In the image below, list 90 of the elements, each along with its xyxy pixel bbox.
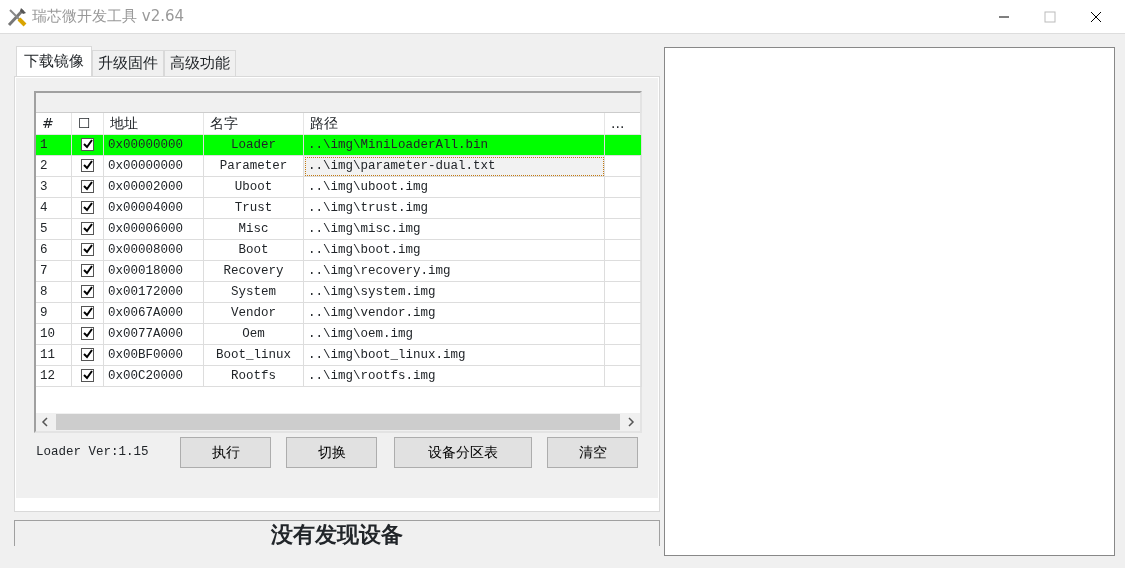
table-cell: 4 (36, 197, 72, 219)
table-cell (605, 323, 642, 345)
action-button[interactable]: 清空 (547, 436, 638, 468)
column-header[interactable]: # (36, 112, 72, 135)
table-cell: Recovery (204, 260, 304, 282)
table-cell: Loader (204, 134, 304, 156)
column-header[interactable]: 路径 (304, 112, 605, 135)
column-header[interactable]: 名字 (204, 112, 304, 135)
checkbox[interactable] (81, 158, 94, 172)
table-cell: 0x00006000 (104, 218, 204, 240)
table-cell: ..\img\boot.img (304, 239, 605, 261)
table-cell (605, 218, 642, 240)
table-cell: System (204, 281, 304, 303)
table-cell: 7 (36, 260, 72, 282)
table-cell: 6 (36, 239, 72, 261)
checkbox[interactable] (81, 368, 94, 382)
table-cell: ..\img\parameter-dual.txt (304, 155, 605, 177)
table-cell: 0x00172000 (104, 281, 204, 303)
tab[interactable]: 下载镜像 (16, 46, 92, 76)
action-button[interactable]: 设备分区表 (394, 436, 532, 468)
table-cell: 0x00000000 (104, 134, 204, 156)
table-cell: 0x00008000 (104, 239, 204, 261)
table-cell: Rootfs (204, 365, 304, 387)
table-cell: Oem (204, 323, 304, 345)
table-cell: Uboot (204, 176, 304, 198)
table-cell: 11 (36, 344, 72, 366)
checkbox[interactable] (81, 200, 94, 214)
table-cell: 10 (36, 323, 72, 345)
table-cell (605, 281, 642, 303)
table-cell: ..\img\uboot.img (304, 176, 605, 198)
table-cell: 1 (36, 134, 72, 156)
table-cell: ..\img\system.img (304, 281, 605, 303)
checkbox[interactable] (81, 179, 94, 193)
table-cell (605, 365, 642, 387)
checkbox[interactable] (81, 137, 94, 151)
table-cell: 0x00000000 (104, 155, 204, 177)
checkbox[interactable] (81, 221, 94, 235)
table-cell: 0x0067A000 (104, 302, 204, 324)
table-cell: ..\img\MiniLoaderAll.bin (304, 134, 605, 156)
table-cell: Trust (204, 197, 304, 219)
tab[interactable]: 升级固件 (92, 50, 164, 76)
table-cell (605, 260, 642, 282)
column-header[interactable]: 地址 (104, 112, 204, 135)
table-cell: Boot (204, 239, 304, 261)
table-cell: 0x00002000 (104, 176, 204, 198)
horizontal-scrollbar[interactable] (36, 412, 640, 431)
table-cell (605, 197, 642, 219)
table-cell: ..\img\oem.img (304, 323, 605, 345)
table-cell (605, 239, 642, 261)
table-cell (605, 176, 642, 198)
table-cell: ..\img\vendor.img (304, 302, 605, 324)
checkbox[interactable] (81, 347, 94, 361)
status-text: 没有发现设备 (14, 519, 660, 546)
column-header[interactable]: ... (605, 112, 642, 135)
table-cell: ..\img\rootfs.img (304, 365, 605, 387)
table-cell: Boot_linux (204, 344, 304, 366)
tab[interactable]: 高级功能 (164, 50, 236, 76)
table-cell: 2 (36, 155, 72, 177)
table-cell: 3 (36, 176, 72, 198)
table-cell (605, 302, 642, 324)
table-cell: ..\img\trust.img (304, 197, 605, 219)
action-button[interactable]: 切换 (286, 436, 377, 468)
checkbox[interactable] (81, 263, 94, 277)
column-header[interactable]: ☐ (72, 112, 104, 135)
table-cell: 0x00C20000 (104, 365, 204, 387)
table-cell: Vendor (204, 302, 304, 324)
table-cell: 9 (36, 302, 72, 324)
table-cell: 0x0077A000 (104, 323, 204, 345)
table-cell: 5 (36, 218, 72, 240)
loader-version: Loader Ver:1.15 (35, 443, 150, 461)
table-cell (605, 344, 642, 366)
table-cell: 0x00018000 (104, 260, 204, 282)
checkbox[interactable] (81, 305, 94, 319)
table-cell: 0x00004000 (104, 197, 204, 219)
action-button[interactable]: 执行 (180, 436, 271, 468)
checkbox[interactable] (81, 242, 94, 256)
scrollbar-thumb[interactable] (56, 413, 620, 430)
table-cell: ..\img\boot_linux.img (304, 344, 605, 366)
table-cell: ..\img\recovery.img (304, 260, 605, 282)
tools-icon (6, 5, 28, 28)
table-cell (605, 155, 642, 177)
table-cell: 0x00BF0000 (104, 344, 204, 366)
checkbox[interactable] (81, 284, 94, 298)
table-cell: 12 (36, 365, 72, 387)
table-cell (605, 134, 642, 156)
table-cell: Misc (204, 218, 304, 240)
checkbox[interactable] (81, 326, 94, 340)
table-cell: ..\img\misc.img (304, 218, 605, 240)
table-cell: 8 (36, 281, 72, 303)
window-title: 瑞芯微开发工具 v2.64 (32, 6, 185, 28)
